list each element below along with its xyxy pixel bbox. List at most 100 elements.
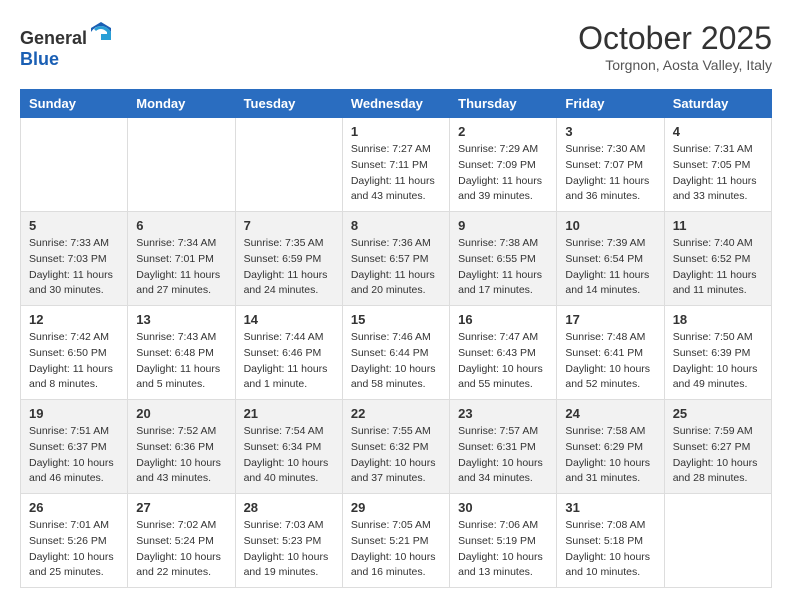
calendar-table: SundayMondayTuesdayWednesdayThursdayFrid… bbox=[20, 89, 772, 588]
day-number: 16 bbox=[458, 312, 548, 327]
day-number: 27 bbox=[136, 500, 226, 515]
day-number: 18 bbox=[673, 312, 763, 327]
title-area: October 2025 Torgnon, Aosta Valley, Ital… bbox=[578, 20, 772, 73]
calendar-cell: 20 Sunrise: 7:52 AMSunset: 6:36 PMDayligh… bbox=[128, 400, 235, 494]
calendar-cell: 8 Sunrise: 7:36 AMSunset: 6:57 PMDaylight… bbox=[342, 212, 449, 306]
column-header-monday: Monday bbox=[128, 90, 235, 118]
day-number: 31 bbox=[565, 500, 655, 515]
day-info: Sunrise: 7:52 AMSunset: 6:36 PMDaylight:… bbox=[136, 424, 226, 487]
day-info: Sunrise: 7:55 AMSunset: 6:32 PMDaylight:… bbox=[351, 424, 441, 487]
column-header-saturday: Saturday bbox=[664, 90, 771, 118]
day-info: Sunrise: 7:02 AMSunset: 5:24 PMDaylight:… bbox=[136, 518, 226, 581]
calendar-cell: 2Sunrise: 7:29 AMSunset: 7:09 PMDaylight… bbox=[450, 118, 557, 212]
calendar-cell: 23Sunrise: 7:57 AMSunset: 6:31 PMDayligh… bbox=[450, 400, 557, 494]
calendar-cell: 28 Sunrise: 7:03 AMSunset: 5:23 PMDayligh… bbox=[235, 494, 342, 588]
calendar-cell: 5 Sunrise: 7:33 AMSunset: 7:03 PMDaylight… bbox=[21, 212, 128, 306]
column-header-sunday: Sunday bbox=[21, 90, 128, 118]
day-number: 28 bbox=[244, 500, 334, 515]
calendar-week-3: 12 Sunrise: 7:42 AMSunset: 6:50 PMDayligh… bbox=[21, 306, 772, 400]
calendar-cell bbox=[21, 118, 128, 212]
calendar-cell: 30 Sunrise: 7:06 AMSunset: 5:19 PMDayligh… bbox=[450, 494, 557, 588]
calendar-cell: 11Sunrise: 7:40 AMSunset: 6:52 PMDayligh… bbox=[664, 212, 771, 306]
day-info: Sunrise: 7:58 AMSunset: 6:29 PMDaylight:… bbox=[565, 424, 655, 487]
calendar-cell: 24 Sunrise: 7:58 AMSunset: 6:29 PMDayligh… bbox=[557, 400, 664, 494]
day-number: 30 bbox=[458, 500, 548, 515]
day-info: Sunrise: 7:42 AMSunset: 6:50 PMDaylight:… bbox=[29, 330, 119, 393]
calendar-cell: 3 Sunrise: 7:30 AMSunset: 7:07 PMDaylight… bbox=[557, 118, 664, 212]
column-header-tuesday: Tuesday bbox=[235, 90, 342, 118]
day-info: Sunrise: 7:06 AMSunset: 5:19 PMDaylight:… bbox=[458, 518, 548, 581]
day-number: 24 bbox=[565, 406, 655, 421]
calendar-cell bbox=[235, 118, 342, 212]
calendar-cell: 18 Sunrise: 7:50 AMSunset: 6:39 PMDayligh… bbox=[664, 306, 771, 400]
calendar-cell: 17Sunrise: 7:48 AMSunset: 6:41 PMDayligh… bbox=[557, 306, 664, 400]
day-number: 14 bbox=[244, 312, 334, 327]
calendar-header: SundayMondayTuesdayWednesdayThursdayFrid… bbox=[21, 90, 772, 118]
logo: General Blue bbox=[20, 20, 113, 70]
page-header: General Blue October 2025 Torgnon, Aosta… bbox=[20, 20, 772, 73]
calendar-cell: 14Sunrise: 7:44 AMSunset: 6:46 PMDayligh… bbox=[235, 306, 342, 400]
day-info: Sunrise: 7:30 AMSunset: 7:07 PMDaylight:… bbox=[565, 142, 655, 205]
day-info: Sunrise: 7:47 AMSunset: 6:43 PMDaylight:… bbox=[458, 330, 548, 393]
day-info: Sunrise: 7:54 AMSunset: 6:34 PMDaylight:… bbox=[244, 424, 334, 487]
day-info: Sunrise: 7:03 AMSunset: 5:23 PMDaylight:… bbox=[244, 518, 334, 581]
day-info: Sunrise: 7:38 AMSunset: 6:55 PMDaylight:… bbox=[458, 236, 548, 299]
calendar-cell: 22 Sunrise: 7:55 AMSunset: 6:32 PMDayligh… bbox=[342, 400, 449, 494]
calendar-cell: 12 Sunrise: 7:42 AMSunset: 6:50 PMDayligh… bbox=[21, 306, 128, 400]
day-info: Sunrise: 7:36 AMSunset: 6:57 PMDaylight:… bbox=[351, 236, 441, 299]
day-number: 3 bbox=[565, 124, 655, 139]
month-title: October 2025 bbox=[578, 20, 772, 57]
day-number: 1 bbox=[351, 124, 441, 139]
calendar-week-5: 26 Sunrise: 7:01 AMSunset: 5:26 PMDayligh… bbox=[21, 494, 772, 588]
day-number: 7 bbox=[244, 218, 334, 233]
day-number: 11 bbox=[673, 218, 763, 233]
calendar-cell: 25 Sunrise: 7:59 AMSunset: 6:27 PMDayligh… bbox=[664, 400, 771, 494]
day-number: 20 bbox=[136, 406, 226, 421]
day-number: 5 bbox=[29, 218, 119, 233]
day-info: Sunrise: 7:57 AMSunset: 6:31 PMDaylight:… bbox=[458, 424, 548, 487]
day-number: 26 bbox=[29, 500, 119, 515]
day-number: 21 bbox=[244, 406, 334, 421]
calendar-cell: 29Sunrise: 7:05 AMSunset: 5:21 PMDayligh… bbox=[342, 494, 449, 588]
day-info: Sunrise: 7:05 AMSunset: 5:21 PMDaylight:… bbox=[351, 518, 441, 581]
day-number: 9 bbox=[458, 218, 548, 233]
calendar-cell: 31 Sunrise: 7:08 AMSunset: 5:18 PMDayligh… bbox=[557, 494, 664, 588]
calendar-cell bbox=[128, 118, 235, 212]
location: Torgnon, Aosta Valley, Italy bbox=[578, 57, 772, 73]
logo-blue: Blue bbox=[20, 49, 59, 69]
day-number: 17 bbox=[565, 312, 655, 327]
calendar-cell: 19Sunrise: 7:51 AMSunset: 6:37 PMDayligh… bbox=[21, 400, 128, 494]
calendar-cell: 13Sunrise: 7:43 AMSunset: 6:48 PMDayligh… bbox=[128, 306, 235, 400]
calendar-cell: 4 Sunrise: 7:31 AMSunset: 7:05 PMDaylight… bbox=[664, 118, 771, 212]
logo-general: General bbox=[20, 28, 87, 48]
day-number: 2 bbox=[458, 124, 548, 139]
day-number: 6 bbox=[136, 218, 226, 233]
calendar-cell: 1Sunrise: 7:27 AMSunset: 7:11 PMDaylight… bbox=[342, 118, 449, 212]
calendar-cell: 10Sunrise: 7:39 AMSunset: 6:54 PMDayligh… bbox=[557, 212, 664, 306]
day-info: Sunrise: 7:01 AMSunset: 5:26 PMDaylight:… bbox=[29, 518, 119, 581]
day-info: Sunrise: 7:51 AMSunset: 6:37 PMDaylight:… bbox=[29, 424, 119, 487]
day-number: 12 bbox=[29, 312, 119, 327]
day-info: Sunrise: 7:08 AMSunset: 5:18 PMDaylight:… bbox=[565, 518, 655, 581]
column-header-friday: Friday bbox=[557, 90, 664, 118]
day-info: Sunrise: 7:50 AMSunset: 6:39 PMDaylight:… bbox=[673, 330, 763, 393]
calendar-cell: 21 Sunrise: 7:54 AMSunset: 6:34 PMDayligh… bbox=[235, 400, 342, 494]
day-number: 4 bbox=[673, 124, 763, 139]
day-number: 25 bbox=[673, 406, 763, 421]
day-info: Sunrise: 7:43 AMSunset: 6:48 PMDaylight:… bbox=[136, 330, 226, 393]
calendar-week-4: 19Sunrise: 7:51 AMSunset: 6:37 PMDayligh… bbox=[21, 400, 772, 494]
calendar-cell bbox=[664, 494, 771, 588]
calendar-week-1: 1Sunrise: 7:27 AMSunset: 7:11 PMDaylight… bbox=[21, 118, 772, 212]
day-info: Sunrise: 7:31 AMSunset: 7:05 PMDaylight:… bbox=[673, 142, 763, 205]
calendar-cell: 15Sunrise: 7:46 AMSunset: 6:44 PMDayligh… bbox=[342, 306, 449, 400]
calendar-cell: 26 Sunrise: 7:01 AMSunset: 5:26 PMDayligh… bbox=[21, 494, 128, 588]
day-number: 15 bbox=[351, 312, 441, 327]
day-info: Sunrise: 7:59 AMSunset: 6:27 PMDaylight:… bbox=[673, 424, 763, 487]
day-info: Sunrise: 7:35 AMSunset: 6:59 PMDaylight:… bbox=[244, 236, 334, 299]
day-info: Sunrise: 7:34 AMSunset: 7:01 PMDaylight:… bbox=[136, 236, 226, 299]
logo-icon bbox=[89, 20, 113, 44]
day-info: Sunrise: 7:39 AMSunset: 6:54 PMDaylight:… bbox=[565, 236, 655, 299]
day-number: 8 bbox=[351, 218, 441, 233]
day-number: 22 bbox=[351, 406, 441, 421]
day-info: Sunrise: 7:33 AMSunset: 7:03 PMDaylight:… bbox=[29, 236, 119, 299]
